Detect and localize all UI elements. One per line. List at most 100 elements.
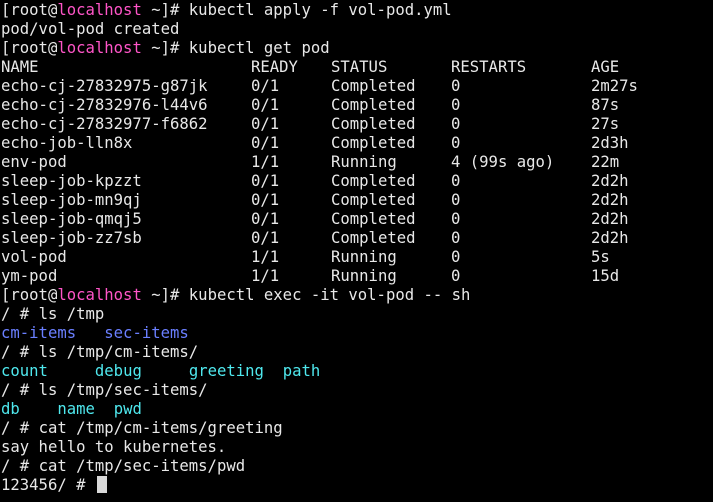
pod-ready: 0/1 [251, 115, 280, 133]
command-text: kubectl get pod [188, 39, 330, 57]
pod-age: 2d2h [591, 210, 629, 228]
ls-output: db name pwd [1, 400, 713, 419]
link-entry: pwd [113, 400, 142, 418]
pod-status: Completed [331, 134, 416, 152]
link-entry: path [282, 362, 321, 380]
pod-age: 27s [591, 115, 620, 133]
link-entry: name [57, 400, 95, 418]
table-row: echo-cj-27832976-l44v6 0/1 Completed 0 87s [1, 96, 713, 115]
pod-name: vol-pod [1, 248, 67, 266]
pod-restarts: 0 [451, 191, 461, 209]
shell-prompt: / # [1, 419, 39, 437]
pod-restarts: 0 [451, 267, 461, 285]
shell-prompt-line: / # cat /tmp/sec-items/pwd [1, 457, 713, 476]
pod-name: ym-pod [1, 267, 58, 285]
pod-ready: 1/1 [251, 248, 280, 266]
link-entry: db [1, 400, 20, 418]
pod-name: echo-cj-27832977-f6862 [1, 115, 208, 133]
pod-ready: 0/1 [251, 77, 280, 95]
pod-name: env-pod [1, 153, 67, 171]
table-row: vol-pod 1/1 Running 0 5s [1, 248, 713, 267]
shell-prompt-line: / # ls /tmp [1, 305, 713, 324]
table-row: echo-job-lln8x 0/1 Completed 0 2d3h [1, 134, 713, 153]
pod-restarts: 0 [451, 229, 461, 247]
pod-restarts: 0 [451, 134, 461, 152]
shell-prompt-line: / # cat /tmp/cm-items/greeting [1, 419, 713, 438]
prompt-line: [root@localhost ~]# kubectl get pod [1, 39, 330, 57]
pod-status: Running [331, 267, 397, 285]
link-entry: debug [94, 362, 142, 380]
pod-ready: 0/1 [251, 172, 280, 190]
pod-age: 2d2h [591, 172, 629, 190]
pod-age: 87s [591, 96, 620, 114]
table-row: sleep-job-qmqj5 0/1 Completed 0 2d2h [1, 210, 713, 229]
command-text: ls /tmp/cm-items/ [38, 343, 199, 361]
pod-ready: 0/1 [251, 210, 280, 228]
pod-table-header: NAME READY STATUS RESTARTS AGE [1, 58, 713, 77]
prompt-host: localhost [57, 286, 142, 304]
prompt-line: [root@localhost ~]# kubectl apply -f vol… [1, 1, 452, 19]
pod-name: sleep-job-zz7sb [1, 229, 142, 247]
prompt-line: [root@localhost ~]# kubectl exec -it vol… [1, 286, 471, 304]
pod-ready: 1/1 [251, 153, 280, 171]
pod-restarts: 0 [451, 77, 461, 95]
pod-ready: 1/1 [251, 267, 280, 285]
pod-name: echo-cj-27832975-g87jk [1, 77, 208, 95]
pod-status: Completed [331, 115, 416, 133]
pod-status: Running [331, 248, 397, 266]
table-row: ym-pod 1/1 Running 0 15d [1, 267, 713, 286]
shell-prompt-line[interactable]: 123456/ # [1, 476, 713, 495]
pod-status: Completed [331, 191, 416, 209]
shell-prompt: / # [1, 343, 39, 361]
pod-status: Completed [331, 96, 416, 114]
header-age: AGE [591, 58, 620, 76]
pod-name: sleep-job-qmqj5 [1, 210, 142, 228]
pod-table-body: echo-cj-27832975-g87jk 0/1 Completed 0 2m27s… [1, 77, 713, 286]
ls-output: count debug greeting path [1, 362, 713, 381]
text-cursor[interactable] [96, 476, 107, 493]
pod-restarts: 0 [451, 172, 461, 190]
shell-prompt: / # [1, 381, 39, 399]
ls-output: cm-items sec-items [1, 324, 713, 343]
table-row: echo-cj-27832977-f6862 0/1 Completed 0 27s [1, 115, 713, 134]
header-name: NAME [1, 58, 39, 76]
command-text: kubectl exec -it vol-pod -- sh [188, 286, 471, 304]
command-text: cat /tmp/sec-items/pwd [38, 457, 246, 475]
pod-age: 15d [591, 267, 620, 285]
prompt-user: [root [1, 1, 48, 19]
pod-name: echo-job-lln8x [1, 134, 133, 152]
pod-ready: 0/1 [251, 191, 280, 209]
pod-status: Running [331, 153, 397, 171]
terminal-window[interactable]: [root@localhost ~]# kubectl apply -f vol… [0, 0, 713, 502]
pod-ready: 0/1 [251, 96, 280, 114]
pod-status: Completed [331, 229, 416, 247]
pod-age: 22m [591, 153, 620, 171]
output-line: say hello to kubernetes. [1, 438, 227, 456]
pod-age: 2m27s [591, 77, 638, 95]
pod-name: sleep-job-kpzzt [1, 172, 142, 190]
prompt-host: localhost [57, 1, 142, 19]
prompt-user: [root [1, 39, 48, 57]
pod-name: sleep-job-mn9qj [1, 191, 142, 209]
table-row: echo-cj-27832975-g87jk 0/1 Completed 0 2m27s [1, 77, 713, 96]
link-entry: greeting [188, 362, 264, 380]
pod-ready: 0/1 [251, 134, 280, 152]
pod-age: 5s [591, 248, 610, 266]
prompt-user: [root [1, 286, 48, 304]
shell-prompt-line: / # ls /tmp/sec-items/ [1, 381, 713, 400]
header-status: STATUS [331, 58, 388, 76]
pod-age: 2d2h [591, 191, 629, 209]
pod-restarts: 0 [451, 115, 461, 133]
pod-age: 2d2h [591, 229, 629, 247]
prompt-host: localhost [57, 39, 142, 57]
dir-entry: sec-items [104, 324, 189, 342]
command-text: kubectl apply -f vol-pod.yml [188, 1, 452, 19]
shell-prompt-line: / # ls /tmp/cm-items/ [1, 343, 713, 362]
link-entry: count [1, 362, 48, 380]
command-text: cat /tmp/cm-items/greeting [38, 419, 283, 437]
pod-age: 2d3h [591, 134, 629, 152]
command-text: ls /tmp [38, 305, 105, 323]
pod-restarts: 0 [451, 96, 461, 114]
pod-restarts: 0 [451, 248, 461, 266]
pod-status: Completed [331, 210, 416, 228]
